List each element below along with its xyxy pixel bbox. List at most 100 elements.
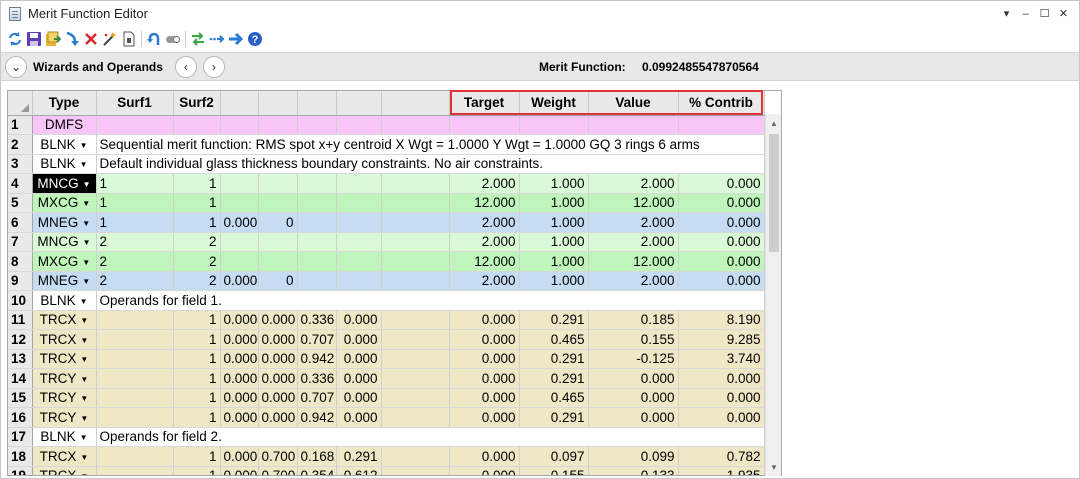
grid-cell[interactable]: 0.000 — [449, 329, 520, 350]
comment-cell[interactable]: Operands for field 2. — [96, 427, 765, 447]
grid-cell[interactable]: 1 — [173, 407, 221, 428]
grid-cell[interactable]: 8.190 — [678, 310, 765, 330]
grid-cell[interactable]: 0.155 — [519, 466, 589, 475]
grid-cell[interactable]: 9.285 — [678, 329, 765, 350]
grid-cell[interactable]: 1 — [173, 466, 221, 475]
grid-cell[interactable]: 12.000 — [449, 193, 520, 213]
grid-cell[interactable]: 1 — [173, 349, 221, 369]
table-row[interactable]: 16 TRCY ▼ 1 0.000 0.000 0.942 0.000 0.000 0.291 0.… — [8, 407, 765, 428]
grid-cell[interactable] — [220, 251, 259, 272]
column-header[interactable]: % Contrib — [678, 91, 765, 116]
row-number[interactable]: 13 — [8, 349, 33, 369]
refresh-icon[interactable] — [7, 31, 23, 47]
select-all-corner[interactable] — [8, 91, 33, 116]
grid-cell[interactable] — [297, 271, 337, 291]
grid-cell[interactable] — [381, 446, 450, 467]
grid-cell[interactable] — [258, 173, 298, 194]
operand-type-cell[interactable]: TRCX▼ — [32, 446, 97, 467]
grid-cell[interactable]: 0.000 — [449, 407, 520, 428]
grid-cell[interactable]: 0.000 — [258, 368, 298, 389]
chevron-down-icon[interactable]: ▼ — [82, 219, 90, 228]
chevron-down-icon[interactable]: ▼ — [80, 375, 88, 384]
operand-type-cell[interactable]: BLNK ▼ — [32, 154, 97, 174]
chevron-down-icon[interactable]: ▼ — [82, 277, 90, 286]
grid-cell[interactable] — [381, 251, 450, 272]
grid-cell[interactable]: 2 — [96, 271, 174, 291]
row-number[interactable]: 3 — [8, 154, 33, 174]
grid-cell[interactable]: 0.000 — [220, 212, 259, 233]
chevron-down-icon[interactable]: ▼ — [80, 297, 88, 306]
grid-cell[interactable]: 1 — [173, 329, 221, 350]
operand-type-cell[interactable]: MNEG ▼ — [32, 212, 97, 233]
column-header[interactable] — [297, 91, 337, 116]
chevron-down-icon[interactable]: ▼ — [83, 180, 91, 189]
chevron-down-icon[interactable]: ▼ — [83, 238, 91, 247]
grid-cell[interactable] — [381, 368, 450, 389]
grid-cell[interactable]: 0.000 — [336, 388, 382, 408]
grid-cell[interactable] — [519, 115, 589, 135]
row-number[interactable]: 15 — [8, 388, 33, 408]
grid-cell[interactable] — [96, 349, 174, 369]
grid-cell[interactable] — [381, 310, 450, 330]
comment-cell[interactable]: Sequential merit function: RMS spot x+y … — [96, 134, 765, 155]
grid-cell[interactable]: 0.000 — [258, 388, 298, 408]
chevron-down-icon[interactable]: ▼ — [80, 453, 88, 462]
help-icon[interactable]: ? — [247, 31, 263, 47]
maximize-button[interactable]: ☐ — [1035, 4, 1054, 24]
grid-cell[interactable]: 0.291 — [336, 446, 382, 467]
grid-cell[interactable]: 0.000 — [220, 329, 259, 350]
row-number[interactable]: 19 — [8, 466, 33, 475]
grid-cell[interactable] — [96, 466, 174, 475]
grid-cell[interactable] — [381, 271, 450, 291]
chevron-down-icon[interactable]: ▼ — [80, 355, 88, 364]
chevron-down-icon[interactable]: ▼ — [80, 160, 88, 169]
chevron-down-icon[interactable]: ▼ — [82, 258, 90, 267]
grid-cell[interactable]: 0.000 — [220, 271, 259, 291]
grid-cell[interactable]: 1 — [96, 193, 174, 213]
row-number[interactable]: 14 — [8, 368, 33, 389]
grid-cell[interactable] — [449, 115, 520, 135]
grid-cell[interactable]: 0.000 — [336, 407, 382, 428]
grid-cell[interactable]: 0.000 — [678, 232, 765, 252]
grid-cell[interactable]: 0.000 — [220, 407, 259, 428]
operand-type-cell[interactable]: TRCX▼ — [32, 310, 97, 330]
dots-arrow-icon[interactable] — [209, 31, 225, 47]
operand-type-cell[interactable]: DMFS — [32, 115, 97, 135]
grid-cell[interactable] — [220, 193, 259, 213]
grid-cell[interactable]: 0.000 — [336, 368, 382, 389]
grid-cell[interactable] — [96, 368, 174, 389]
column-header[interactable]: Weight — [519, 91, 589, 116]
table-row[interactable]: 8 MXCG ▼ 2 2 12.000 1.000 12.000 0.000 — [8, 251, 765, 272]
row-number[interactable]: 9 — [8, 271, 33, 291]
grid-cell[interactable] — [336, 173, 382, 194]
column-header[interactable]: Target — [449, 91, 520, 116]
chevron-down-icon[interactable]: ▼ — [80, 316, 88, 325]
grid-cell[interactable] — [220, 232, 259, 252]
grid-cell[interactable]: 1.000 — [519, 271, 589, 291]
grid-cell[interactable]: 0.000 — [220, 446, 259, 467]
grid-cell[interactable]: 0.707 — [297, 329, 337, 350]
chevron-down-icon[interactable]: ▼ — [80, 433, 88, 442]
grid-cell[interactable]: 2.000 — [588, 271, 679, 291]
save-icon[interactable] — [26, 31, 42, 47]
table-row[interactable]: 13 TRCX ▼ 1 0.000 0.000 0.942 0.000 0.000 0.291 -0… — [8, 349, 765, 369]
grid-cell[interactable] — [173, 115, 221, 135]
grid-cell[interactable]: 1 — [173, 193, 221, 213]
wizard-icon[interactable] — [102, 31, 118, 47]
grid-cell[interactable]: 1.935 — [678, 466, 765, 475]
grid-cell[interactable] — [381, 212, 450, 233]
vertical-scrollbar[interactable]: ▲ ▼ — [765, 114, 781, 476]
grid-cell[interactable]: 0.000 — [449, 466, 520, 475]
grid-cell[interactable] — [678, 115, 765, 135]
grid-cell[interactable]: 0.707 — [297, 388, 337, 408]
file-icon[interactable] — [121, 31, 137, 47]
scroll-thumb[interactable] — [769, 134, 779, 252]
grid-cell[interactable] — [336, 115, 382, 135]
grid-cell[interactable]: 1.000 — [519, 232, 589, 252]
arrow-right-icon[interactable] — [228, 31, 244, 47]
grid-cell[interactable]: 1 — [173, 446, 221, 467]
table-row[interactable]: 18 TRCX ▼ 1 0.000 0.700 0.168 0.291 0.000 0.097 0.… — [8, 446, 765, 467]
minimize-button[interactable]: – — [1016, 4, 1035, 24]
table-row[interactable]: 14 TRCY ▼ 1 0.000 0.000 0.336 0.000 0.000 0.291 0.… — [8, 368, 765, 389]
table-row[interactable]: 5 MXCG ▼ 1 1 12.000 1.000 12.000 0.000 — [8, 193, 765, 213]
